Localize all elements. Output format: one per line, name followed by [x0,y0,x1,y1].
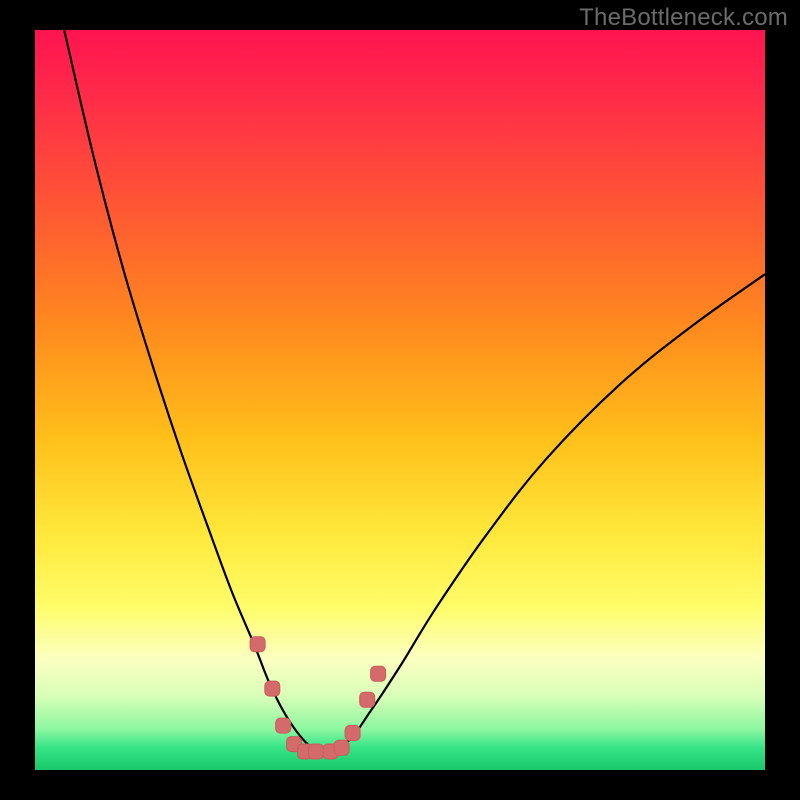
curve-marker [250,637,265,652]
curve-marker [276,718,291,733]
chart-frame: { "watermark": "TheBottleneck.com", "col… [0,0,800,800]
curve-marker [345,726,360,741]
watermark-text: TheBottleneck.com [579,4,788,32]
curve-marker [309,744,324,759]
curve-marker [334,740,349,755]
curve-marker [371,666,386,681]
curve-marker [360,692,375,707]
curve-marker [265,681,280,696]
gradient-background [35,30,765,770]
bottleneck-chart [0,0,800,800]
